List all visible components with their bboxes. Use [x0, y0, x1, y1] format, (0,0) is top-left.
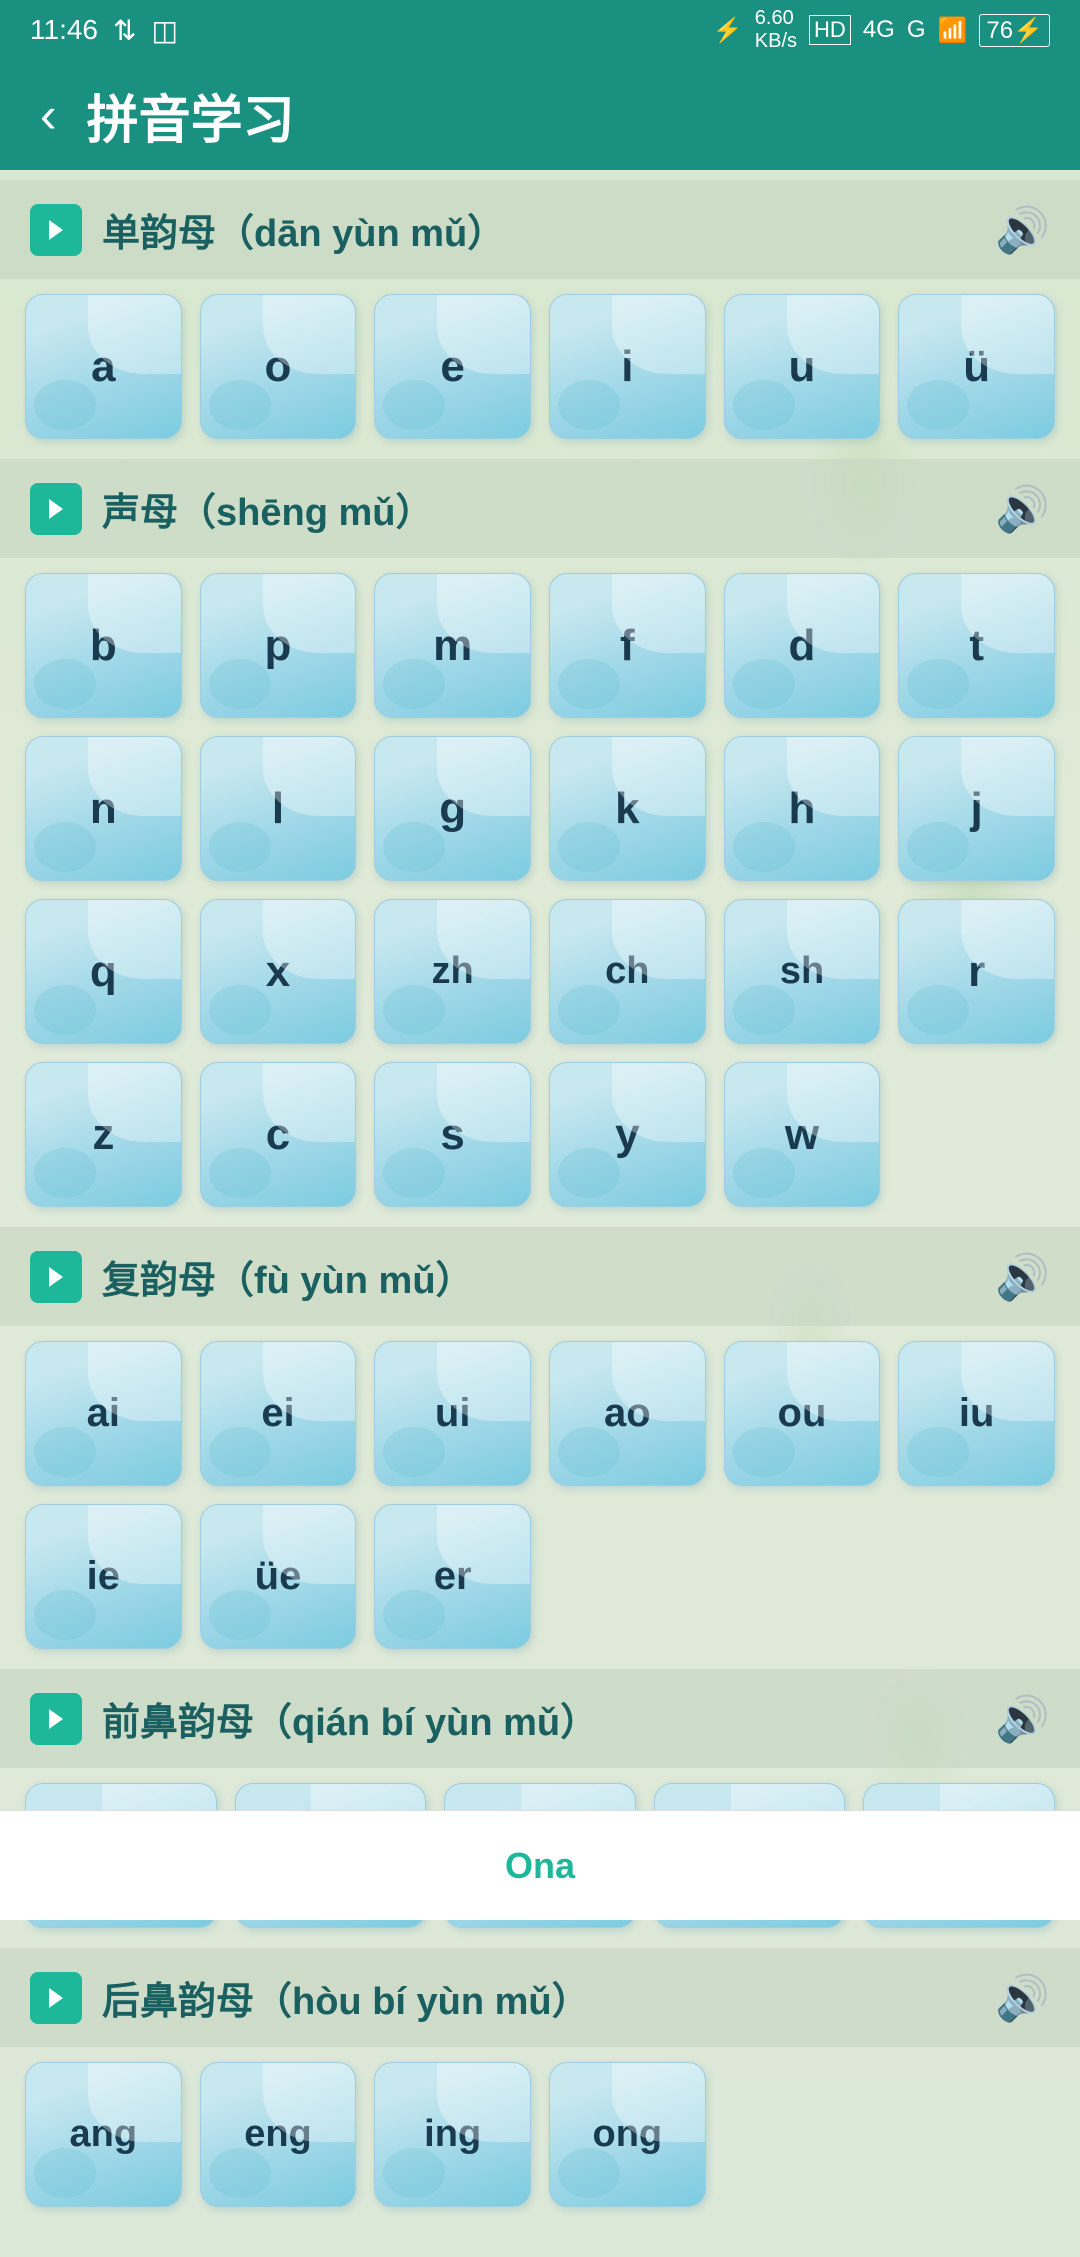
char-btn-s[interactable]: s: [374, 1062, 531, 1207]
char-btn-b[interactable]: b: [25, 573, 182, 718]
hou-bi-yun-mu-grid: ang eng ing ong: [0, 2062, 1080, 2227]
char-btn-iu[interactable]: iu: [898, 1341, 1055, 1486]
section-flag-1: [30, 204, 82, 256]
char-btn-uml-ue[interactable]: üe: [200, 1504, 357, 1649]
char-btn-ai[interactable]: ai: [25, 1341, 182, 1486]
usb-icon: ⇅: [113, 14, 136, 47]
signal-g-icon: G: [907, 16, 926, 44]
section-fu-yun-mu-header: 复韵母（fù yùn mǔ） 🔊: [0, 1227, 1080, 1326]
page-title: 拼音学习: [87, 78, 295, 153]
char-btn-ou[interactable]: ou: [724, 1341, 881, 1486]
sheng-mu-grid: b p m f d t n l g k h j q x zh ch sh r z…: [0, 573, 1080, 1227]
char-btn-g[interactable]: g: [374, 736, 531, 881]
wifi-icon: 📶: [938, 16, 968, 45]
section-sound-3[interactable]: 🔊: [995, 1251, 1050, 1303]
char-btn-q[interactable]: q: [25, 899, 182, 1044]
char-btn-n[interactable]: n: [25, 736, 182, 881]
section-hou-bi-yun-mu-header: 后鼻韵母（hòu bí yùn mǔ） 🔊: [0, 1948, 1080, 2047]
char-btn-ong[interactable]: ong: [549, 2062, 706, 2207]
section-title-1: 单韵母（dān yùn mǔ）: [102, 202, 505, 257]
bottom-nav: Ona: [0, 1810, 1080, 1920]
char-btn-w[interactable]: w: [724, 1062, 881, 1207]
back-button[interactable]: ‹: [40, 86, 57, 144]
section-sound-5[interactable]: 🔊: [995, 1972, 1050, 2024]
section-title-5: 后鼻韵母（hòu bí yùn mǔ）: [102, 1970, 590, 2025]
char-btn-j[interactable]: j: [898, 736, 1055, 881]
section-flag-4: [30, 1693, 82, 1745]
char-btn-ch[interactable]: ch: [549, 899, 706, 1044]
char-btn-ui[interactable]: ui: [374, 1341, 531, 1486]
bluetooth-icon: ⚡: [713, 16, 743, 45]
char-btn-k[interactable]: k: [549, 736, 706, 881]
char-btn-z[interactable]: z: [25, 1062, 182, 1207]
char-btn-a[interactable]: a: [25, 294, 182, 439]
char-btn-sh[interactable]: sh: [724, 899, 881, 1044]
char-btn-x[interactable]: x: [200, 899, 357, 1044]
char-btn-y[interactable]: y: [549, 1062, 706, 1207]
status-left: 11:46 ⇅ ◫: [30, 14, 178, 47]
char-btn-uml-u[interactable]: ü: [898, 294, 1055, 439]
status-time: 11:46: [30, 14, 98, 46]
bottom-label: Ona: [505, 1845, 575, 1887]
battery-icon: 76⚡: [979, 14, 1050, 47]
data-speed: 6.60KB/s: [755, 7, 797, 53]
section-dan-yun-mu-header: 单韵母（dān yùn mǔ） 🔊: [0, 180, 1080, 279]
char-btn-p[interactable]: p: [200, 573, 357, 718]
char-btn-ei[interactable]: ei: [200, 1341, 357, 1486]
section-title-4: 前鼻韵母（qián bí yùn mǔ）: [102, 1691, 598, 1746]
status-right: ⚡ 6.60KB/s HD 4G G 📶 76⚡: [713, 7, 1050, 53]
char-btn-o[interactable]: o: [200, 294, 357, 439]
section-qian-bi-yun-mu-header: 前鼻韵母（qián bí yùn mǔ） 🔊: [0, 1669, 1080, 1768]
char-btn-e[interactable]: e: [374, 294, 531, 439]
signal-4g-icon: 4G: [863, 16, 895, 44]
char-btn-c[interactable]: c: [200, 1062, 357, 1207]
dan-yun-mu-grid: a o e i u ü: [0, 294, 1080, 459]
char-btn-t[interactable]: t: [898, 573, 1055, 718]
section-sound-4[interactable]: 🔊: [995, 1693, 1050, 1745]
char-btn-i[interactable]: i: [549, 294, 706, 439]
section-flag-2: [30, 483, 82, 535]
section-flag-3: [30, 1251, 82, 1303]
char-btn-ao[interactable]: ao: [549, 1341, 706, 1486]
char-btn-zh[interactable]: zh: [374, 899, 531, 1044]
hd-icon: HD: [809, 15, 851, 45]
char-btn-r[interactable]: r: [898, 899, 1055, 1044]
char-btn-d[interactable]: d: [724, 573, 881, 718]
main-content: 单韵母（dān yùn mǔ） 🔊 a o e i u ü 声母（shēng m…: [0, 170, 1080, 2257]
char-btn-f[interactable]: f: [549, 573, 706, 718]
section-sheng-mu-header: 声母（shēng mǔ） 🔊: [0, 459, 1080, 558]
section-title-3: 复韵母（fù yùn mǔ）: [102, 1249, 474, 1304]
section-title-2: 声母（shēng mǔ）: [102, 481, 433, 536]
char-btn-er[interactable]: er: [374, 1504, 531, 1649]
section-sound-1[interactable]: 🔊: [995, 204, 1050, 256]
char-btn-eng[interactable]: eng: [200, 2062, 357, 2207]
char-btn-ing[interactable]: ing: [374, 2062, 531, 2207]
screenshot-icon: ◫: [151, 14, 177, 47]
char-btn-l[interactable]: l: [200, 736, 357, 881]
fu-yun-mu-grid: ai ei ui ao ou iu ie üe er: [0, 1341, 1080, 1669]
status-bar: 11:46 ⇅ ◫ ⚡ 6.60KB/s HD 4G G 📶 76⚡: [0, 0, 1080, 60]
section-sound-2[interactable]: 🔊: [995, 483, 1050, 535]
char-btn-ie[interactable]: ie: [25, 1504, 182, 1649]
header: ‹ 拼音学习: [0, 60, 1080, 170]
char-btn-u[interactable]: u: [724, 294, 881, 439]
char-btn-ang[interactable]: ang: [25, 2062, 182, 2207]
section-flag-5: [30, 1972, 82, 2024]
char-btn-m[interactable]: m: [374, 573, 531, 718]
char-btn-h[interactable]: h: [724, 736, 881, 881]
